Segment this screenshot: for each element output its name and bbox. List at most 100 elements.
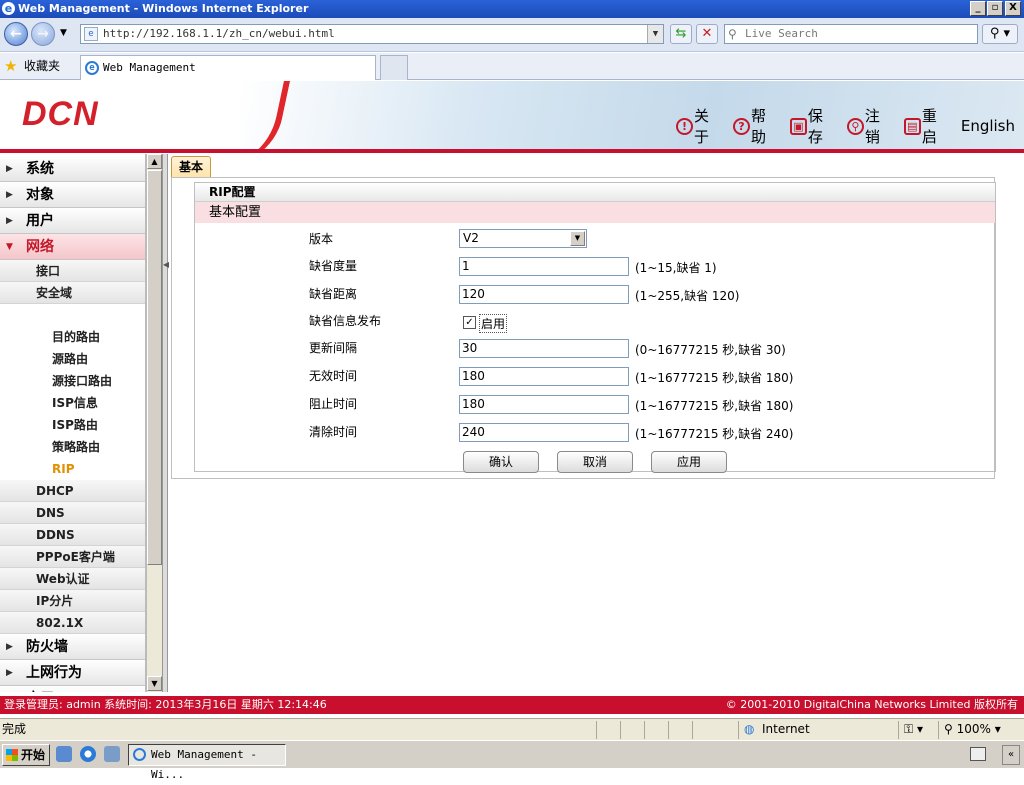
window-title-bar: e Web Management - Windows Internet Expl… xyxy=(0,0,1024,18)
sidebar-group-firewall[interactable]: ▶ 防火墙 xyxy=(0,634,145,660)
status-divider xyxy=(596,721,597,739)
show-desktop-icon[interactable] xyxy=(56,746,72,762)
update-hint: (0~16777215 秒,缺省 30) xyxy=(635,343,786,357)
logout-link[interactable]: ⚲ 注销 xyxy=(846,105,895,147)
sidebar-item-src-if-route[interactable]: 源接口路由 xyxy=(0,370,145,392)
dcn-logo: DCN xyxy=(22,95,99,133)
sidebar-group-behavior[interactable]: ▶ 上网行为 xyxy=(0,660,145,686)
holddown-input[interactable]: 180 xyxy=(459,395,629,414)
header-divider xyxy=(0,149,1024,153)
about-link[interactable]: ! 关于 xyxy=(676,105,724,147)
history-dropdown-icon[interactable]: ▼ xyxy=(60,28,67,38)
flush-input[interactable]: 240 xyxy=(459,423,629,442)
status-divider xyxy=(620,721,621,739)
help-icon: ? xyxy=(732,117,750,135)
panel-splitter[interactable]: ◀ xyxy=(162,154,169,692)
cancel-button[interactable]: 取消 xyxy=(557,451,633,473)
address-input[interactable]: e http://192.168.1.1/zh_cn/webui.html ▼ xyxy=(80,24,664,44)
enable-checkbox-label[interactable]: 启用 xyxy=(479,314,508,333)
sidebar-item-web-auth[interactable]: Web认证 xyxy=(0,568,145,590)
save-link[interactable]: ▣ 保存 xyxy=(789,105,838,147)
minimize-button[interactable]: _ xyxy=(970,1,986,16)
collapse-arrow-icon: ▼ xyxy=(6,242,13,252)
scroll-down-icon[interactable]: ▼ xyxy=(147,676,162,691)
enable-checkbox[interactable]: ✓ xyxy=(463,316,476,329)
search-button[interactable]: ⚲ ▾ xyxy=(982,24,1018,44)
ie-quicklaunch-icon[interactable] xyxy=(80,746,96,762)
chevron-down-icon[interactable]: ▼ xyxy=(570,231,585,246)
address-dropdown-icon[interactable]: ▼ xyxy=(647,25,663,43)
group-label: 防火墙 xyxy=(26,639,68,655)
globe-icon: ◍ xyxy=(744,722,755,736)
zoom-control[interactable]: ⚲ 100% ▾ xyxy=(944,719,1001,739)
info-icon: ! xyxy=(676,117,693,135)
group-label: 上网行为 xyxy=(26,665,82,681)
invalid-input[interactable]: 180 xyxy=(459,367,629,386)
english-link[interactable]: English xyxy=(961,117,1015,135)
reboot-link[interactable]: ▤ 重启 xyxy=(903,105,952,147)
expand-tray-icon[interactable]: « xyxy=(1002,745,1020,765)
sidebar-item-ddns[interactable]: DDNS xyxy=(0,524,145,546)
expand-arrow-icon: ▶ xyxy=(6,164,13,174)
ok-button[interactable]: 确认 xyxy=(463,451,539,473)
sidebar-item-ip-frag[interactable]: IP分片 xyxy=(0,590,145,612)
taskbar-ie-window[interactable]: Web Management - Wi... xyxy=(128,744,286,781)
status-divider xyxy=(938,721,939,739)
protected-mode-icon[interactable]: ⚿ ▾ xyxy=(904,719,923,739)
maximize-button[interactable]: ▫ xyxy=(987,1,1003,16)
sidebar-item-dhcp[interactable]: DHCP xyxy=(0,480,145,502)
browser-tab[interactable]: e Web Management xyxy=(80,55,376,80)
status-divider xyxy=(692,721,693,739)
help-link[interactable]: ? 帮助 xyxy=(732,105,781,147)
expand-arrow-icon: ▶ xyxy=(6,686,13,692)
zoom-value: 100% xyxy=(956,722,991,736)
sidebar-group-more[interactable]: ▶ 应用 xyxy=(0,686,145,692)
sidebar-group-system[interactable]: ▶ 系统 xyxy=(0,156,145,182)
sidebar-item-pppoe[interactable]: PPPoE客户端 xyxy=(0,546,145,568)
sidebar-scrollbar[interactable]: ▲ ▼ xyxy=(146,154,162,692)
apply-button[interactable]: 应用 xyxy=(651,451,727,473)
explorer-quicklaunch-icon[interactable] xyxy=(104,746,120,762)
sidebar-item-zone[interactable]: 安全域 xyxy=(0,282,145,304)
sidebar-item-8021x[interactable]: 802.1X xyxy=(0,612,145,634)
sidebar-group-users[interactable]: ▶ 用户 xyxy=(0,208,145,234)
sidebar-item-rip[interactable]: RIP xyxy=(0,458,145,480)
sidebar-group-objects[interactable]: ▶ 对象 xyxy=(0,182,145,208)
version-select[interactable]: V2 ▼ xyxy=(459,229,587,248)
copyright: © 2001-2010 DigitalChina Networks Limite… xyxy=(725,698,1018,711)
content-box: RIP配置 基本配置 版本 V2 ▼ 缺省度量 1 (1~15,缺省 1) 缺省距… xyxy=(171,177,996,479)
metric-input[interactable]: 1 xyxy=(459,257,629,276)
sidebar-item-policy-route[interactable]: 策略路由 xyxy=(0,436,145,458)
sidebar-item-dest-route[interactable]: 目的路由 xyxy=(0,326,145,348)
new-tab-button[interactable] xyxy=(380,55,408,80)
update-input[interactable]: 30 xyxy=(459,339,629,358)
status-divider xyxy=(668,721,669,739)
search-input[interactable]: ⚲ Live Search xyxy=(724,24,978,44)
favorites-label: 收藏夹 xyxy=(24,59,61,73)
section-title: 基本配置 xyxy=(195,202,995,223)
refresh-button[interactable]: ⇆ xyxy=(670,24,692,44)
favorites-button[interactable]: ★ 收藏夹 xyxy=(4,57,60,75)
tab-basic[interactable]: 基本 xyxy=(171,156,211,178)
about-label: 关于 xyxy=(693,107,709,146)
sidebar-item-source-route[interactable]: 源路由 xyxy=(0,348,145,370)
scroll-thumb[interactable] xyxy=(147,170,162,565)
holddown-hint: (1~16777215 秒,缺省 180) xyxy=(635,399,794,413)
status-divider xyxy=(738,721,739,739)
start-button[interactable]: 开始 xyxy=(2,744,50,766)
main-content: 基本 RIP配置 基本配置 版本 V2 ▼ 缺省度量 1 (1~15,缺省 1) … xyxy=(169,154,1024,692)
version-value: V2 xyxy=(463,231,479,245)
sidebar-item-isp-route[interactable]: ISP路由 xyxy=(0,414,145,436)
stop-button[interactable]: ✕ xyxy=(696,24,718,44)
distance-input[interactable]: 120 xyxy=(459,285,629,304)
sidebar-item-interface[interactable]: 接口 xyxy=(0,260,145,282)
sidebar-item-isp-info[interactable]: ISP信息 xyxy=(0,392,145,414)
keyboard-icon[interactable] xyxy=(970,747,986,761)
scroll-up-icon[interactable]: ▲ xyxy=(147,154,162,169)
favorites-bar: ★ 收藏夹 e Web Management xyxy=(0,53,1024,80)
back-button[interactable]: ← xyxy=(4,22,28,46)
forward-button[interactable]: → xyxy=(31,22,55,46)
close-button[interactable]: X xyxy=(1005,1,1021,16)
sidebar-item-dns[interactable]: DNS xyxy=(0,502,145,524)
sidebar-group-network[interactable]: ▼ 网络 xyxy=(0,234,145,260)
